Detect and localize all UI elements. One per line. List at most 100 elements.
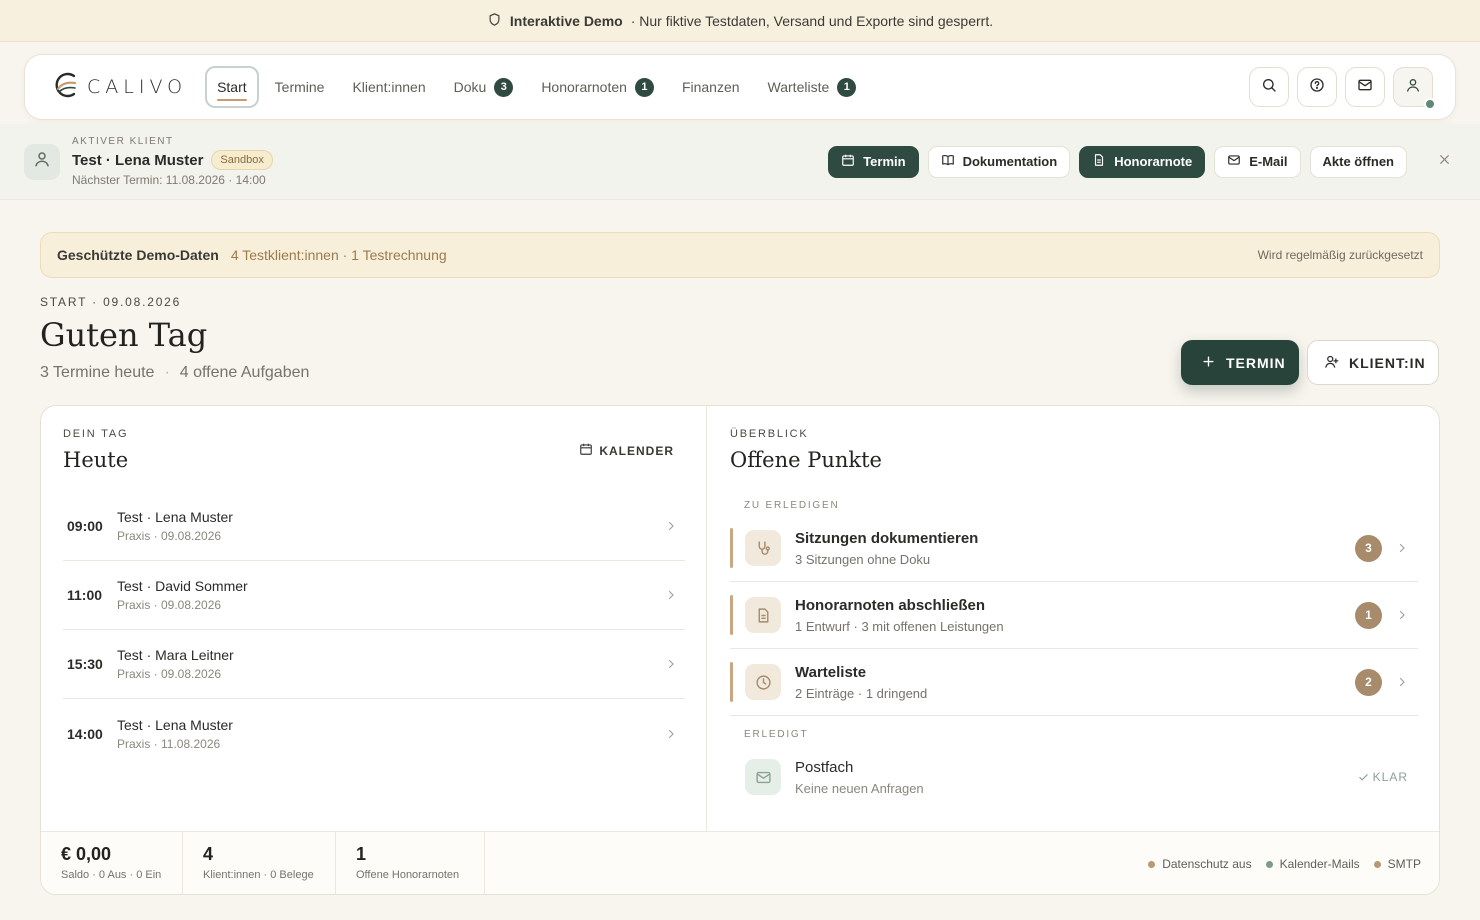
appointment-time: 09:00 (67, 518, 103, 534)
open-file-button[interactable]: Akte öffnen (1309, 145, 1407, 178)
status-item: Kalender-Mails (1265, 857, 1360, 871)
separator-dot: · (164, 364, 170, 381)
todo-count-badge: 1 (1355, 601, 1382, 629)
tab-doku[interactable]: Doku 3 (442, 66, 526, 108)
calendar-icon (579, 442, 593, 459)
stat-value: 1 (356, 844, 367, 864)
brand-logo[interactable]: CALIVO (51, 70, 187, 105)
tab-start[interactable]: Start (205, 66, 259, 108)
todo-title: Honorarnoten abschließen (795, 596, 986, 614)
dashboard-card: Dein Tag Heute KALENDER 09:00 Test · Len… (40, 405, 1440, 895)
stat-open-invoices[interactable]: 1 Offene Honorarnoten (336, 832, 485, 894)
today-title: Heute (63, 448, 129, 472)
todo-icon-box (745, 759, 781, 795)
todo-text: Sitzungen dokumentieren 3 Sitzungen ohne… (795, 530, 978, 567)
close-client-button[interactable] (1434, 152, 1454, 172)
appointment-body: Test · Lena Muster Praxis · 09.08.2026 (117, 509, 233, 543)
client-info: Aktiver Klient Test · Lena Muster Sandbo… (72, 136, 273, 187)
todo-count-badge: 2 (1355, 668, 1382, 696)
todo-text: Warteliste 2 Einträge · 1 dringend (795, 664, 927, 701)
tab-label: Honorarnoten (541, 79, 627, 95)
done-item[interactable]: Postfach Keine neuen Anfragen KLAR (730, 747, 1418, 807)
appointments-today-count: 3 Termine heute (40, 364, 155, 381)
overview-kicker: Überblick (730, 428, 809, 440)
appointment-row[interactable]: 15:30 Test · Mara Leitner Praxis · 09.08… (63, 630, 685, 699)
client-name[interactable]: Test · Lena Muster (72, 152, 203, 169)
button-label: Termin (863, 154, 906, 169)
tab-honorarnoten[interactable]: Honorarnoten 1 (529, 66, 666, 108)
demo-data-notice: Geschützte Demo-Daten 4 Testklient:innen… (40, 232, 1440, 278)
done-text: Postfach Keine neuen Anfragen (795, 759, 924, 796)
appointment-row[interactable]: 11:00 Test · David Sommer Praxis · 09.08… (63, 561, 685, 630)
check-icon (1358, 773, 1368, 781)
stat-balance[interactable]: € 0,00 Saldo · 0 Aus · 0 Ein (41, 832, 183, 894)
client-next-appointment: Nächster Termin: 11.08.2026 · 14:00 (72, 173, 266, 187)
button-label: KLIENT:IN (1349, 354, 1426, 371)
appointment-row[interactable]: 14:00 Test · Lena Muster Praxis · 11.08.… (63, 699, 685, 768)
client-avatar (24, 143, 60, 180)
logo-mark-icon (51, 70, 79, 105)
client-email-button[interactable]: E-Mail (1214, 145, 1301, 178)
help-button[interactable] (1297, 67, 1337, 107)
tab-klientinnen[interactable]: Klient:innen (340, 66, 437, 108)
appointment-client: Test · Mara Leitner (117, 647, 234, 663)
chevron-right-icon (668, 659, 674, 669)
search-icon (1261, 77, 1277, 98)
appointment-client: Test · Lena Muster (117, 509, 233, 525)
plus-icon (1201, 354, 1216, 372)
appointment-client: Test · David Sommer (117, 578, 248, 594)
calendar-link[interactable]: KALENDER (579, 442, 674, 459)
today-header: Dein Tag Heute (63, 428, 128, 472)
tab-termine[interactable]: Termine (263, 66, 337, 108)
stat-value: € 0,00 (61, 844, 112, 864)
todo-item[interactable]: Honorarnoten abschließen 1 Entwurf · 3 m… (730, 582, 1418, 649)
mail-icon (755, 771, 771, 783)
status-item: SMTP (1373, 857, 1421, 871)
todo-icon-box (745, 597, 781, 633)
overview-header: Überblick Offene Punkte (730, 428, 882, 472)
mail-button[interactable] (1345, 67, 1385, 107)
tab-finanzen[interactable]: Finanzen (670, 66, 752, 108)
page-kicker-date: START · 09.08.2026 (40, 295, 182, 309)
status-item: Datenschutz aus (1148, 857, 1252, 871)
todo-icon-box (745, 530, 781, 566)
profile-button[interactable] (1393, 67, 1436, 110)
count-badge: 1 (634, 77, 654, 97)
client-documentation-button[interactable]: Dokumentation (927, 145, 1071, 178)
appointment-body: Test · Mara Leitner Praxis · 09.08.2026 (117, 647, 234, 681)
status-dot (1265, 860, 1273, 868)
mail-icon (1357, 77, 1373, 98)
appointment-meta: Praxis · 11.08.2026 (117, 736, 221, 751)
tab-label: Doku (453, 79, 487, 95)
todo-item[interactable]: Sitzungen dokumentieren 3 Sitzungen ohne… (730, 515, 1418, 582)
stat-label: Saldo · 0 Aus · 0 Ein (61, 869, 162, 881)
chevron-right-icon (668, 590, 674, 600)
todo-accent-bar (730, 662, 733, 702)
new-appointment-button[interactable]: TERMIN (1181, 340, 1299, 385)
appointment-meta: Praxis · 09.08.2026 (117, 598, 222, 612)
status-dot (1148, 860, 1156, 868)
todo-title: Sitzungen dokumentieren (795, 529, 979, 547)
client-honorarnote-button[interactable]: Honorarnote (1079, 145, 1206, 178)
search-button[interactable] (1249, 67, 1289, 107)
chevron-right-icon (668, 729, 674, 738)
book-icon (941, 153, 955, 170)
chevron-right-icon (1399, 677, 1405, 687)
status-label: Datenschutz aus (1162, 857, 1252, 871)
tab-warteliste[interactable]: Warteliste 1 (756, 66, 869, 108)
appointment-row[interactable]: 09:00 Test · Lena Muster Praxis · 09.08.… (63, 492, 685, 561)
stat-value: 4 (203, 844, 214, 864)
new-client-button[interactable]: KLIENT:IN (1307, 340, 1439, 385)
tab-label: Start (217, 79, 247, 95)
overview-title: Offene Punkte (730, 448, 882, 472)
button-label: Dokumentation (962, 154, 1058, 169)
calendar-icon (841, 153, 855, 170)
chevron-right-icon (1399, 543, 1405, 553)
todo-item[interactable]: Warteliste 2 Einträge · 1 dringend 2 (730, 649, 1418, 716)
button-label: TERMIN (1226, 354, 1286, 371)
demo-banner-text: · Nur fiktive Testdaten, Versand und Exp… (630, 12, 994, 29)
stat-clients[interactable]: 4 Klient:innen · 0 Belege (183, 832, 336, 894)
todo-text: Honorarnoten abschließen 1 Entwurf · 3 m… (795, 597, 1004, 634)
appointment-time: 14:00 (67, 725, 103, 742)
client-termin-button[interactable]: Termin (828, 145, 919, 178)
